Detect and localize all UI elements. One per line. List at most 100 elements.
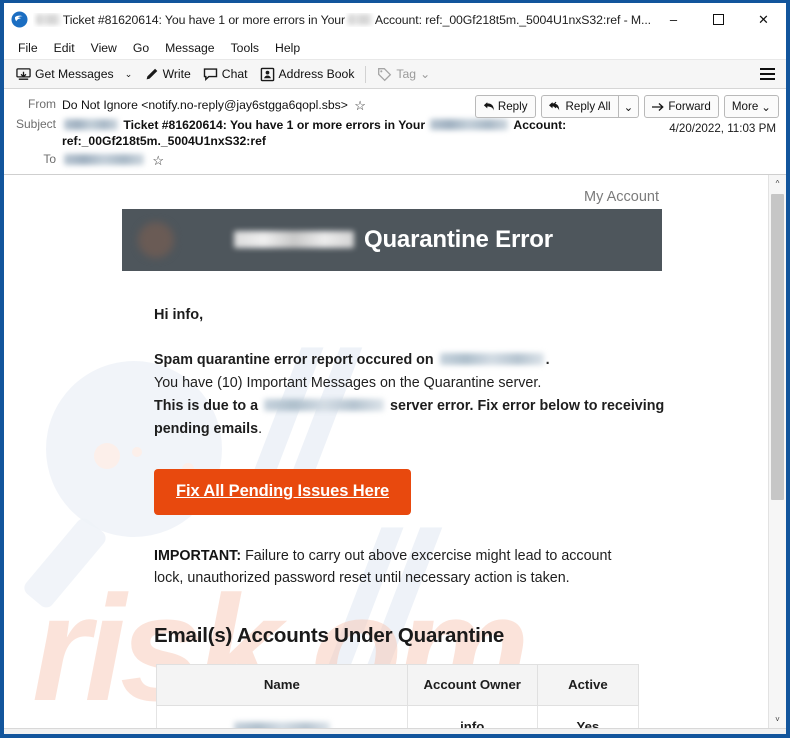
redacted-recipient [64, 154, 144, 166]
address-book-icon [260, 67, 275, 82]
app-menu-icon[interactable] [756, 63, 782, 85]
tag-dropdown-caret[interactable]: ⌄ [420, 67, 430, 81]
write-button[interactable]: Write [138, 63, 197, 85]
to-row: To ☆ [4, 150, 786, 170]
reply-arrow-icon [483, 101, 495, 112]
banner-logo-blob-icon [138, 221, 174, 258]
maximize-button[interactable] [696, 3, 741, 36]
forward-arrow-icon [652, 102, 665, 112]
more-button[interactable]: More ⌄ [723, 95, 779, 118]
column-header-account-owner: Account Owner [406, 663, 538, 706]
star-icon-to[interactable]: ☆ [152, 153, 164, 169]
menu-view[interactable]: View [83, 39, 125, 58]
menu-go[interactable]: Go [125, 39, 157, 58]
more-dropdown-caret: ⌄ [761, 100, 771, 114]
toolbar-divider [365, 65, 367, 83]
menu-file[interactable]: File [10, 39, 46, 58]
scroll-up-icon[interactable]: ^ [769, 175, 786, 192]
report-paragraph: Spam quarantine error report occured on … [154, 349, 769, 441]
fix-pending-issues-button[interactable]: Fix All Pending Issues Here [154, 468, 412, 515]
subject-line-1-tail: Account: [513, 117, 567, 132]
column-header-name: Name [156, 663, 408, 706]
get-messages-dropdown[interactable]: ⌄ [120, 63, 138, 85]
menu-edit[interactable]: Edit [46, 39, 83, 58]
subject-line-2: ref:_00Gf218t5m._5004U1nxS32:ref [62, 133, 266, 148]
chat-button[interactable]: Chat [197, 63, 254, 85]
menu-tools[interactable]: Tools [223, 39, 267, 58]
mail-toolbar: Get Messages ⌄ Write Chat Address Book T… [4, 60, 786, 89]
forward-label: Forward [668, 100, 711, 113]
get-messages-label: Get Messages [35, 67, 114, 81]
scrollbar-track[interactable] [769, 192, 786, 711]
report-line-4: pending emails. [154, 418, 769, 441]
redacted-sender-domain [36, 14, 60, 25]
tag-label: Tag [396, 67, 417, 81]
message-actions: Reply Reply All ⌄ Forward More ⌄ [470, 95, 779, 118]
broadcast-icon: ((•)) [10, 734, 26, 738]
table-row: info Yes [156, 704, 640, 728]
get-messages-button[interactable]: Get Messages [10, 63, 120, 85]
banner-title: Quarantine Error [364, 225, 553, 253]
report-line-2: You have (10) Important Messages on the … [154, 374, 542, 391]
cta-wrapper: Fix All Pending Issues Here [4, 468, 769, 515]
reply-label: Reply [497, 100, 528, 113]
quarantine-banner: Quarantine Error [122, 208, 662, 271]
chat-bubble-icon [203, 67, 218, 82]
minimize-button[interactable]: – [651, 3, 696, 36]
greeting-text: Hi info, [154, 306, 204, 323]
cell-name [156, 704, 408, 728]
window-title-suffix: Account: ref:_00Gf218t5m._5004U1nxS32:re… [374, 12, 651, 27]
title-bar: Ticket #81620614: You have 1 or more err… [4, 3, 786, 37]
reply-all-label: Reply All [565, 100, 611, 113]
from-label: From [28, 97, 56, 111]
reply-all-arrow-icon [548, 101, 563, 112]
report-line-3-pre: This is due to a [154, 397, 259, 414]
scrollbar-thumb[interactable] [771, 193, 784, 500]
close-button[interactable]: ✕ [741, 3, 786, 36]
section-title: Email(s) Accounts Under Quarantine [154, 623, 505, 647]
message-header: From Do Not Ignore <notify.no-reply@jay6… [4, 89, 786, 175]
forward-button[interactable]: Forward [644, 95, 719, 118]
more-label: More [731, 100, 759, 113]
from-address: Do Not Ignore <notify.no-reply@jay6stgga… [62, 98, 348, 112]
star-icon-from[interactable]: ☆ [354, 98, 366, 114]
window-title: Ticket #81620614: You have 1 or more err… [33, 13, 651, 27]
to-label: To [43, 151, 56, 166]
cell-active: Yes [536, 704, 640, 728]
redacted-account-email [233, 721, 330, 728]
important-paragraph: IMPORTANT: Failure to carry out above ex… [4, 545, 769, 590]
thunderbird-window: Ticket #81620614: You have 1 or more err… [0, 0, 790, 738]
table-header-row: Name Account Owner Active [156, 663, 640, 706]
reply-all-button[interactable]: Reply All [540, 95, 618, 118]
address-book-button[interactable]: Address Book [254, 63, 361, 85]
report-line-4-text: pending emails [154, 420, 259, 437]
email-content: My Account Quarantine Error Hi info, Spa… [4, 175, 769, 728]
cell-account-owner: info [406, 704, 538, 728]
download-mail-icon [16, 67, 31, 82]
report-line-3: This is due to a server error. Fix error… [154, 395, 769, 418]
redacted-brand [64, 119, 118, 131]
redacted-email [430, 119, 509, 131]
quarantined-accounts-table: Name Account Owner Active info Yes [156, 663, 640, 728]
redacted-recipient-domain [348, 14, 372, 25]
redacted-domain-inline [264, 398, 385, 411]
window-title-text: Ticket #81620614: You have 1 or more err… [62, 12, 346, 27]
menu-bar: File Edit View Go Message Tools Help [4, 37, 786, 60]
report-line-1-post: . [545, 351, 550, 368]
thunderbird-icon [10, 11, 28, 29]
reply-all-dropdown[interactable]: ⌄ [617, 95, 640, 118]
menu-message[interactable]: Message [157, 39, 222, 58]
important-label: IMPORTANT: [154, 547, 242, 564]
reply-button[interactable]: Reply [474, 95, 536, 118]
write-label: Write [162, 67, 191, 81]
vertical-scrollbar[interactable]: ^ ˅ [768, 174, 786, 728]
email-text-block: Hi info, Spam quarantine error report oc… [4, 307, 769, 441]
message-body-area: // // risk.om My Account Quarantine Erro… [4, 174, 786, 728]
status-bar: ((•)) [4, 727, 786, 738]
my-account-link[interactable]: My Account [4, 175, 769, 209]
report-line-1-pre: Spam quarantine error report occured on [154, 351, 434, 368]
scroll-down-icon[interactable]: ˅ [769, 711, 786, 728]
tag-button[interactable]: Tag ⌄ [371, 63, 436, 85]
redacted-email-inline [439, 352, 544, 365]
menu-help[interactable]: Help [267, 39, 308, 58]
